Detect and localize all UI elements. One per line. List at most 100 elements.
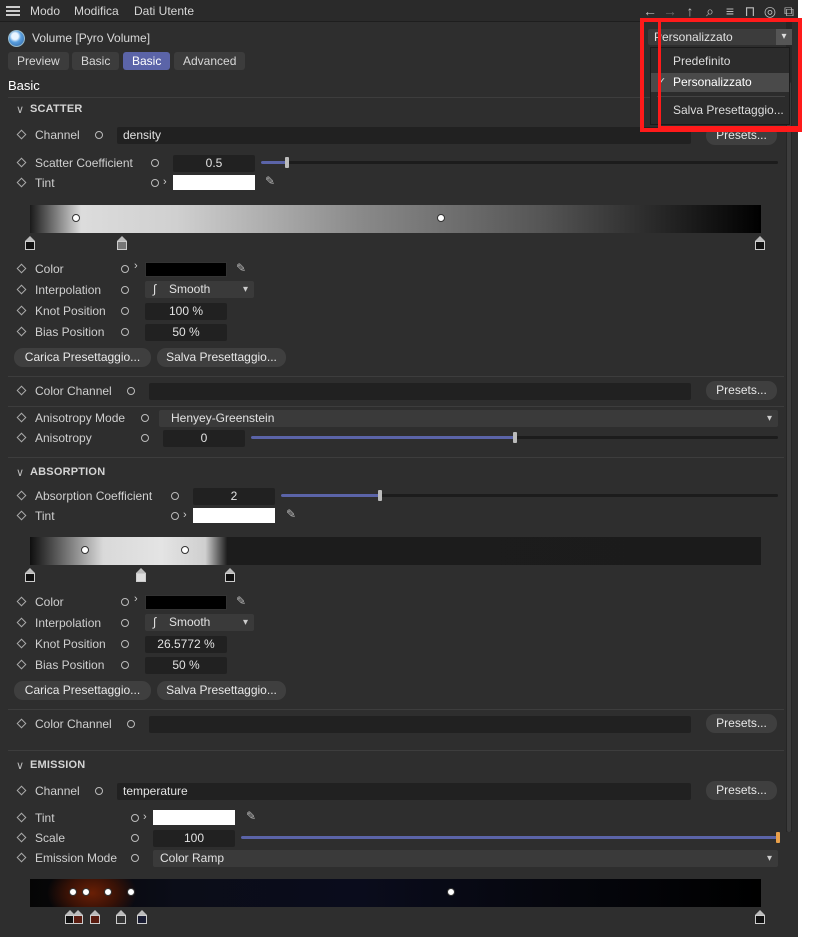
keyframe-icon[interactable] xyxy=(16,305,27,316)
animate-icon[interactable] xyxy=(171,512,179,520)
slider-handle[interactable] xyxy=(284,157,289,168)
scatter-save-preset-button[interactable]: Salva Presettaggio... xyxy=(157,348,286,367)
gradient-bias-handle[interactable] xyxy=(82,888,90,896)
scatter-coefficient-input[interactable]: 0.5 xyxy=(173,155,255,172)
animate-icon[interactable] xyxy=(121,286,129,294)
gradient-bias-handle[interactable] xyxy=(127,888,135,896)
vertical-scrollbar[interactable] xyxy=(786,22,792,832)
keyframe-icon[interactable] xyxy=(16,617,27,628)
eyedropper-icon[interactable]: ✎ xyxy=(236,261,246,275)
emission-section-header[interactable]: EMISSION xyxy=(16,759,85,772)
anisotropy-mode-dropdown[interactable]: Henyey-Greenstein xyxy=(159,410,778,427)
scatter-section-header[interactable]: SCATTER xyxy=(16,103,83,116)
scatter-coefficient-slider[interactable] xyxy=(261,157,778,168)
keyframe-icon[interactable] xyxy=(16,157,27,168)
scatter-load-preset-button[interactable]: Carica Presettaggio... xyxy=(14,348,151,367)
gradient-bias-handle[interactable] xyxy=(181,546,189,554)
expand-chevron-icon[interactable]: › xyxy=(183,509,187,521)
menu-dati-utente[interactable]: Dati Utente xyxy=(134,4,194,18)
animate-icon[interactable] xyxy=(95,787,103,795)
absorption-color-channel-presets-button[interactable]: Presets... xyxy=(706,714,777,733)
lock-icon[interactable]: ⊓ xyxy=(742,3,758,19)
gradient-bias-handle[interactable] xyxy=(72,214,80,222)
absorption-knot-position-input[interactable]: 26.5772 % xyxy=(145,636,227,653)
animate-icon[interactable] xyxy=(121,640,129,648)
animate-icon[interactable] xyxy=(121,265,129,273)
keyframe-icon[interactable] xyxy=(16,812,27,823)
gradient-knot[interactable] xyxy=(755,910,765,924)
gradient-knot[interactable] xyxy=(136,568,146,582)
hamburger-menu-icon[interactable] xyxy=(6,6,20,16)
animate-icon[interactable] xyxy=(141,434,149,442)
slider-handle[interactable] xyxy=(776,832,780,843)
animate-icon[interactable] xyxy=(151,179,159,187)
gradient-knot-selected[interactable] xyxy=(225,568,235,582)
gradient-knot[interactable] xyxy=(137,910,147,924)
keyframe-icon[interactable] xyxy=(16,852,27,863)
keyframe-icon[interactable] xyxy=(16,284,27,295)
animate-icon[interactable] xyxy=(141,414,149,422)
emission-tint-swatch[interactable] xyxy=(153,810,235,825)
scatter-color-channel-presets-button[interactable]: Presets... xyxy=(706,381,777,400)
emission-channel-presets-button[interactable]: Presets... xyxy=(706,781,777,800)
absorption-coefficient-slider[interactable] xyxy=(281,490,778,501)
scatter-knot-color-swatch[interactable] xyxy=(145,262,227,277)
animate-icon[interactable] xyxy=(121,328,129,336)
absorption-knot-color-swatch[interactable] xyxy=(145,595,227,610)
tab-advanced[interactable]: Advanced xyxy=(174,52,246,70)
gradient-bias-handle[interactable] xyxy=(104,888,112,896)
popout-icon[interactable]: ⧉ xyxy=(781,3,797,19)
gradient-knot[interactable] xyxy=(90,910,100,924)
tab-basic-2[interactable]: Basic xyxy=(123,52,171,70)
gradient-knot[interactable] xyxy=(117,236,127,250)
slider-handle[interactable] xyxy=(512,432,517,443)
absorption-section-header[interactable]: ABSORPTION xyxy=(16,466,105,479)
scrollbar-thumb[interactable] xyxy=(787,82,791,832)
gradient-bias-handle[interactable] xyxy=(437,214,445,222)
animate-icon[interactable] xyxy=(171,492,179,500)
animate-icon[interactable] xyxy=(151,159,159,167)
gradient-bias-handle[interactable] xyxy=(447,888,455,896)
scatter-gradient-ramp[interactable] xyxy=(30,205,761,233)
tab-preview[interactable]: Preview xyxy=(8,52,69,70)
gradient-knot[interactable] xyxy=(25,236,35,250)
back-arrow-icon[interactable]: ← xyxy=(642,3,658,19)
scatter-channel-field[interactable]: density xyxy=(117,127,691,144)
expand-chevron-icon[interactable]: › xyxy=(134,593,138,605)
animate-icon[interactable] xyxy=(121,619,129,627)
search-icon[interactable]: ⌕ xyxy=(702,3,718,19)
keyframe-icon[interactable] xyxy=(16,177,27,188)
slider-handle[interactable] xyxy=(378,490,383,501)
absorption-load-preset-button[interactable]: Carica Presettaggio... xyxy=(14,681,151,700)
gradient-knot[interactable] xyxy=(73,910,83,924)
filter-icon[interactable]: ≡ xyxy=(722,3,738,19)
expand-chevron-icon[interactable]: › xyxy=(163,176,167,188)
emission-channel-field[interactable]: temperature xyxy=(117,783,691,800)
tab-basic-1[interactable]: Basic xyxy=(72,52,120,70)
anisotropy-slider[interactable] xyxy=(251,432,778,443)
animate-icon[interactable] xyxy=(131,834,139,842)
keyframe-icon[interactable] xyxy=(16,659,27,670)
scatter-interpolation-dropdown[interactable]: ∫ Smooth xyxy=(145,281,254,298)
absorption-color-channel-field[interactable] xyxy=(149,716,691,733)
keyframe-icon[interactable] xyxy=(16,326,27,337)
scatter-bias-position-input[interactable]: 50 % xyxy=(145,324,227,341)
keyframe-icon[interactable] xyxy=(16,832,27,843)
absorption-gradient-ramp[interactable] xyxy=(30,537,761,565)
animate-icon[interactable] xyxy=(131,854,139,862)
target-icon[interactable]: ◎ xyxy=(762,3,778,19)
expand-chevron-icon[interactable]: › xyxy=(143,811,147,823)
expand-chevron-icon[interactable]: › xyxy=(134,260,138,272)
eyedropper-icon[interactable]: ✎ xyxy=(265,174,275,188)
keyframe-icon[interactable] xyxy=(16,385,27,396)
absorption-interpolation-dropdown[interactable]: ∫ Smooth xyxy=(145,614,254,631)
animate-icon[interactable] xyxy=(121,661,129,669)
emission-scale-slider[interactable] xyxy=(241,832,780,843)
animate-icon[interactable] xyxy=(121,307,129,315)
menu-modifica[interactable]: Modifica xyxy=(74,4,119,18)
keyframe-icon[interactable] xyxy=(16,263,27,274)
keyframe-icon[interactable] xyxy=(16,490,27,501)
animate-icon[interactable] xyxy=(127,720,135,728)
keyframe-icon[interactable] xyxy=(16,638,27,649)
absorption-tint-swatch[interactable] xyxy=(193,508,275,523)
